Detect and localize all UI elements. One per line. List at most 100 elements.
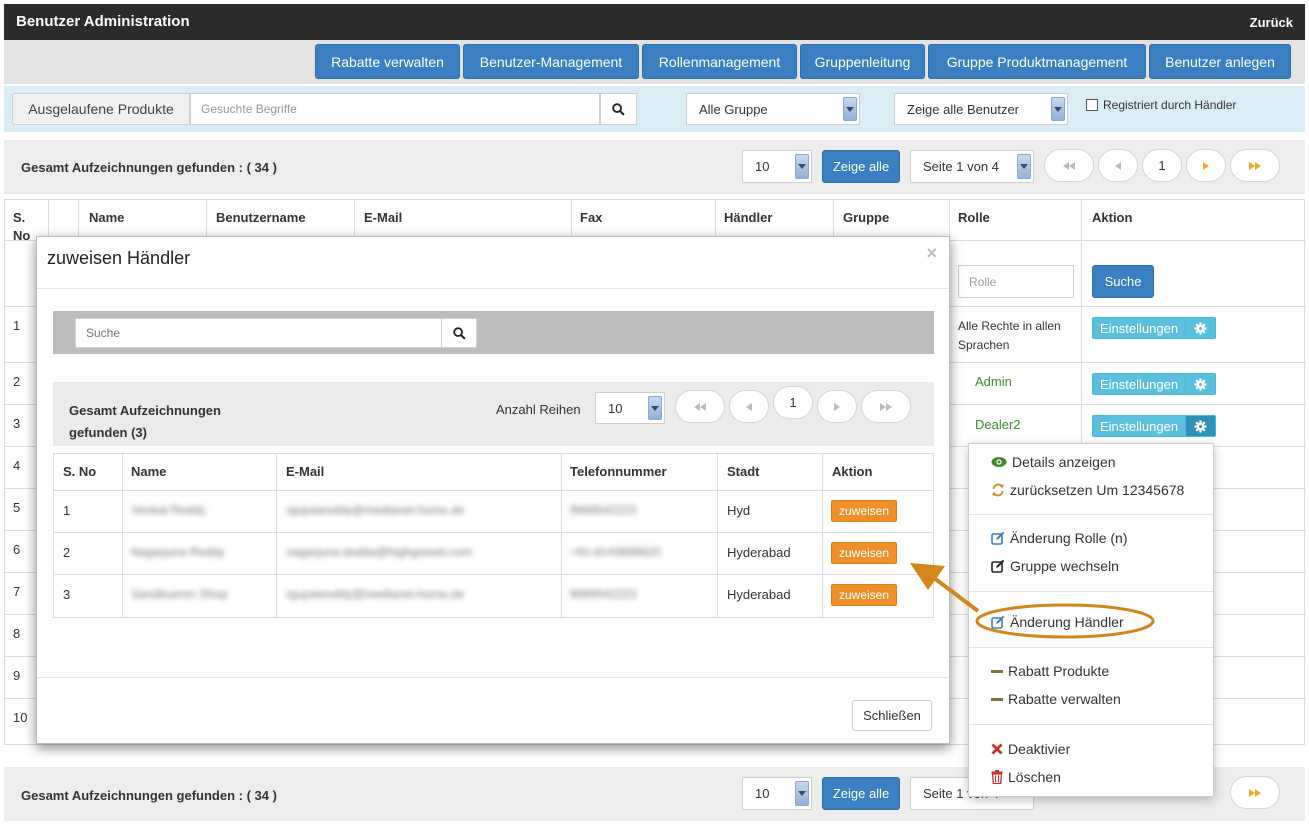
- first-page-button[interactable]: [1044, 149, 1094, 182]
- right-icon: [1203, 161, 1209, 170]
- per-page-value: 10: [755, 159, 770, 174]
- nav-role-management-button[interactable]: Rollenmanagement: [642, 44, 797, 79]
- dealer-email: nagarjuna.dodda@highgoweb.com: [286, 545, 473, 559]
- show-all-button[interactable]: Zeige alle: [822, 150, 900, 183]
- menu-item-change-dealer[interactable]: Änderung Händler: [991, 614, 1124, 630]
- left-icon: [746, 402, 752, 411]
- assign-button[interactable]: zuweisen: [831, 584, 897, 606]
- dealer-phone: +91-8143686620: [570, 545, 662, 559]
- col-header-dealer: Händler: [724, 210, 773, 225]
- search-icon[interactable]: [441, 318, 477, 348]
- settings-button[interactable]: Einstellungen: [1092, 317, 1217, 339]
- dealer-name: Nagarjuna Reddy: [131, 545, 225, 559]
- last-page-button[interactable]: [1230, 149, 1280, 182]
- current-page-button[interactable]: 1: [1142, 149, 1182, 182]
- menu-item-label: Deaktivier: [1008, 741, 1071, 757]
- modal-rows-select[interactable]: 10: [595, 392, 665, 424]
- per-page-select[interactable]: 10: [742, 777, 812, 810]
- nav-group-product-management-button[interactable]: Gruppe Produktmanagement: [928, 44, 1146, 79]
- menu-item-label: zurücksetzen Um 12345678: [1010, 482, 1185, 498]
- modal-last-page-button[interactable]: [861, 390, 911, 423]
- settings-button[interactable]: Einstellungen: [1092, 373, 1217, 395]
- nav-manage-discounts-button[interactable]: Rabatte verwalten: [315, 44, 460, 79]
- menu-item-label: Löschen: [1008, 769, 1061, 785]
- pagination-top: Gesamt Aufzeichnungen gefunden : ( 34 ) …: [4, 140, 1305, 194]
- gear-icon: [1185, 374, 1215, 394]
- gear-icon: [1185, 318, 1215, 338]
- back-link[interactable]: Zurück: [1250, 15, 1293, 30]
- rows-label: Anzahl Reihen: [496, 402, 581, 417]
- row-number: 2: [13, 374, 21, 389]
- total-records: Gesamt Aufzeichnungen gefunden : ( 34 ): [21, 160, 277, 175]
- search-input[interactable]: Gesuchte Begriffe: [190, 93, 600, 125]
- left-icon: [1115, 161, 1121, 170]
- last-page-button[interactable]: [1230, 776, 1280, 809]
- menu-item-discount-products[interactable]: Rabatt Produkte: [991, 663, 1109, 679]
- modal-next-page-button[interactable]: [817, 390, 857, 423]
- modal-search-bar: Suche: [53, 311, 934, 354]
- row-number: 2: [63, 545, 71, 560]
- col-header-phone: Telefonnummer: [570, 464, 667, 479]
- assign-button[interactable]: zuweisen: [831, 542, 897, 564]
- dealer-city: Hyderabad: [727, 587, 791, 602]
- settings-label: Einstellungen: [1100, 418, 1179, 434]
- search-icon[interactable]: [600, 93, 637, 125]
- menu-item-deactivate[interactable]: Deaktivier: [991, 741, 1070, 757]
- nav-group-management-button[interactable]: Gruppenleitung: [800, 44, 925, 79]
- menu-item-manage-discounts[interactable]: Rabatte verwalten: [991, 691, 1121, 707]
- close-icon: [991, 743, 1003, 755]
- row-number: 9: [13, 668, 21, 683]
- role-link-admin[interactable]: Admin: [975, 374, 1012, 389]
- settings-label: Einstellungen: [1100, 376, 1179, 392]
- modal-close-button[interactable]: Schließen: [852, 700, 932, 731]
- menu-item-label: Rabatt Produkte: [1008, 663, 1110, 679]
- prev-page-button[interactable]: [1098, 149, 1138, 182]
- menu-item-label: Details anzeigen: [1012, 454, 1116, 470]
- trash-icon: [991, 770, 1003, 784]
- page-select[interactable]: Seite 1 von 4: [910, 150, 1034, 183]
- user-select-value: Zeige alle Benutzer: [907, 101, 1020, 117]
- modal-first-page-button[interactable]: [675, 390, 725, 423]
- settings-button-active[interactable]: Einstellungen: [1092, 415, 1217, 437]
- total-records: Gesamt Aufzeichnungen gefunden : ( 34 ): [21, 788, 277, 803]
- modal-search-input[interactable]: Suche: [75, 318, 442, 348]
- menu-item-reset[interactable]: zurücksetzen Um 12345678: [991, 482, 1184, 498]
- modal-title: zuweisen Händler: [47, 248, 191, 268]
- dealer-email: rgujulareddy@medianet-home.de: [286, 503, 465, 517]
- assign-button[interactable]: zuweisen: [831, 500, 897, 522]
- modal-total-records: Gesamt Aufzeichnungen gefunden (3): [69, 403, 221, 440]
- minus-icon: [991, 697, 1003, 701]
- group-select[interactable]: Alle Gruppe: [686, 93, 860, 125]
- menu-item-details[interactable]: Details anzeigen: [991, 454, 1116, 470]
- col-header-action: Aktion: [1092, 210, 1133, 225]
- dealer-name: Sandbueren Shop: [131, 587, 228, 601]
- nav-create-user-button[interactable]: Benutzer anlegen: [1149, 44, 1291, 79]
- nav-bar: Rabatte verwalten Benutzer-Management Ro…: [4, 40, 1305, 84]
- row-number: 7: [13, 584, 21, 599]
- chevron-down-icon: [648, 396, 662, 420]
- col-header-city: Stadt: [727, 464, 760, 479]
- role-link-dealer2[interactable]: Dealer2: [975, 417, 1021, 432]
- modal-close-icon[interactable]: ×: [926, 243, 937, 264]
- role-search-button[interactable]: Suche: [1092, 265, 1154, 298]
- next-page-button[interactable]: [1186, 149, 1226, 182]
- menu-item-change-role[interactable]: Änderung Rolle (n): [991, 530, 1128, 546]
- nav-user-management-button[interactable]: Benutzer-Management: [463, 44, 639, 79]
- per-page-select[interactable]: 10: [742, 150, 812, 183]
- show-all-button[interactable]: Zeige alle: [822, 777, 900, 810]
- expired-products-button[interactable]: Ausgelaufene Produkte: [12, 93, 190, 125]
- user-select[interactable]: Zeige alle Benutzer: [894, 93, 1068, 125]
- role-filter-input[interactable]: Rolle: [958, 265, 1074, 298]
- assign-dealer-modal: zuweisen Händler × Suche Gesamt Aufzeich…: [36, 236, 950, 744]
- double-right-icon: [1249, 788, 1261, 797]
- menu-item-label: Gruppe wechseln: [1010, 558, 1119, 574]
- menu-item-label: Änderung Händler: [1010, 614, 1124, 630]
- modal-current-page-button[interactable]: 1: [773, 386, 813, 419]
- col-header-email: E-Mail: [364, 210, 403, 225]
- menu-item-delete[interactable]: Löschen: [991, 769, 1061, 785]
- chevron-down-icon: [843, 97, 857, 121]
- menu-item-change-group[interactable]: Gruppe wechseln: [991, 558, 1119, 574]
- registered-checkbox[interactable]: [1086, 99, 1098, 111]
- row-number: 4: [13, 458, 21, 473]
- modal-prev-page-button[interactable]: [729, 390, 769, 423]
